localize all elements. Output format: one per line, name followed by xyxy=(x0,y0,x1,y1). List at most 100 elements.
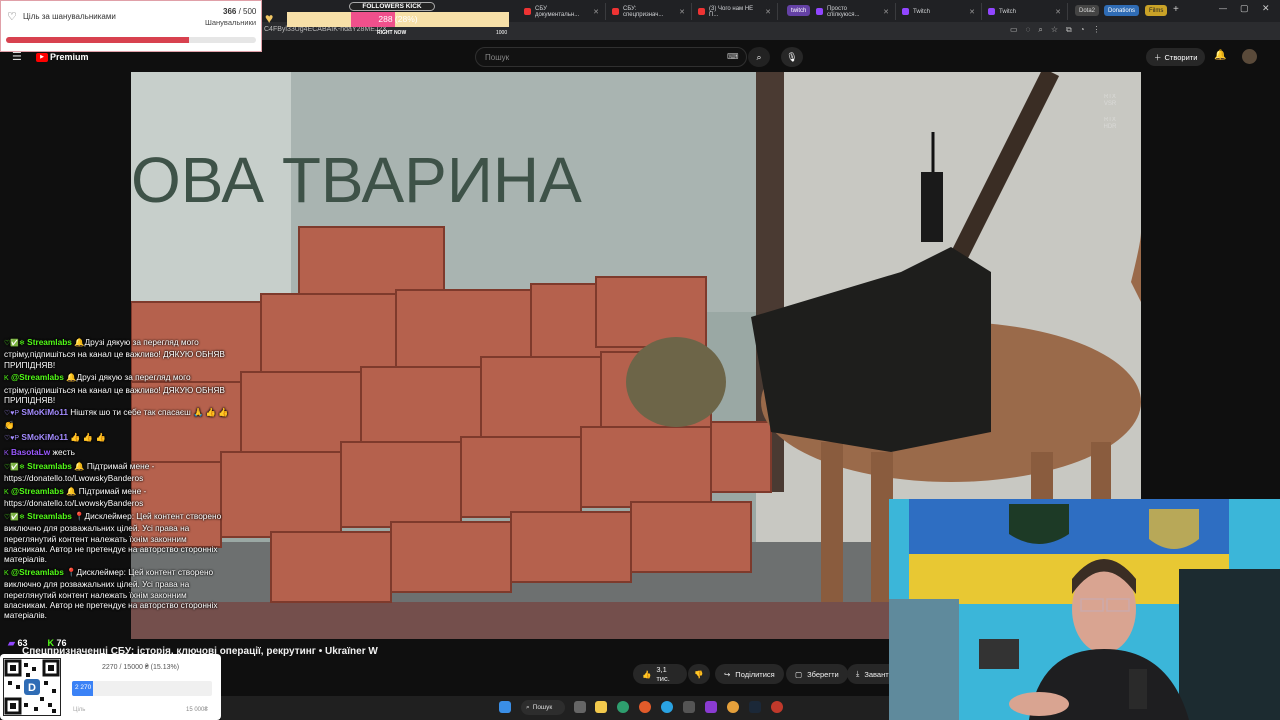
goal-count: 366 / 500 xyxy=(223,7,257,16)
close-tab-icon[interactable]: ✕ xyxy=(1055,8,1061,16)
more-icon[interactable]: ⋮ xyxy=(1093,25,1101,35)
chat-message: ♡✅❄ Streamlabs 📍Дисклеймер: Цей контент … xyxy=(0,510,235,566)
rtx-hdr-badge: RTX HDR xyxy=(1103,117,1117,130)
qr-code-image: D xyxy=(4,659,60,715)
obs-icon[interactable] xyxy=(771,701,783,713)
dislike-button[interactable]: 👎 xyxy=(688,664,710,684)
windows-taskbar: ⌕ Пошук xyxy=(221,696,889,720)
goal-progress-bar xyxy=(6,37,256,43)
donation-goal-label: Ціль xyxy=(73,707,86,713)
chat-badges-icon: K xyxy=(4,569,9,577)
bookmark-dota2[interactable]: Dota2 xyxy=(1075,5,1100,16)
edge-browser-icon[interactable] xyxy=(617,701,629,713)
twitch-favicon-icon xyxy=(902,8,909,15)
bookmark-twitch[interactable]: twitch xyxy=(787,5,811,16)
chat-username[interactable]: SMoKiMo11 xyxy=(21,432,68,442)
chat-username[interactable]: SMoKiMo11 xyxy=(21,407,68,417)
firefox-icon[interactable] xyxy=(639,701,651,713)
chat-username[interactable]: @Streamlabs xyxy=(11,567,64,577)
save-button[interactable]: ▢ Зберегти xyxy=(786,664,848,684)
file-explorer-icon[interactable] xyxy=(595,701,607,713)
close-tab-icon[interactable]: ✕ xyxy=(765,8,771,16)
chat-username[interactable]: Streamlabs xyxy=(27,511,72,521)
chat-username[interactable]: BasotaLw xyxy=(11,447,50,457)
close-tab-icon[interactable]: ✕ xyxy=(883,8,889,16)
browser-tab[interactable]: (3) Чого нам НЕ П... ✕ xyxy=(692,3,778,20)
like-button[interactable]: 👍 3,1 тис. xyxy=(633,664,687,684)
taskbar-search[interactable]: ⌕ Пошук xyxy=(521,700,565,715)
kick-widget-title: FOLLOWERS KICK xyxy=(349,2,435,11)
search-button[interactable]: ⌕ xyxy=(748,47,770,67)
browser-tab[interactable]: Twitch ✕ xyxy=(982,3,1068,20)
chat-username[interactable]: @Streamlabs xyxy=(11,486,64,496)
search-icon: ⌕ xyxy=(526,703,530,711)
avatar[interactable] xyxy=(1242,49,1257,64)
extension-icon[interactable]: ⧉ xyxy=(1066,25,1072,35)
search-input[interactable]: Пошук xyxy=(475,47,747,67)
youtube-logo[interactable]: ▶ Premium xyxy=(36,52,89,62)
bookmark-films[interactable]: Films xyxy=(1145,5,1168,16)
chat-message: K BasotaLw жесть xyxy=(0,446,235,460)
chat-message: K @Streamlabs 🔔Друзі дякую за перегляд м… xyxy=(0,371,235,406)
microphone-icon: 🎙 xyxy=(786,51,798,62)
app-icon[interactable] xyxy=(705,701,717,713)
minimize-icon[interactable]: — xyxy=(1219,4,1227,13)
heart-hands-icon: ♥ xyxy=(265,10,274,26)
twitch-icon: ▰ xyxy=(8,638,15,648)
chat-username[interactable]: Streamlabs xyxy=(27,337,72,347)
chat-text: 👍 👍 👍 xyxy=(70,432,106,443)
donation-summary: 2270 / 15000 ₴ (15.13%) xyxy=(102,664,180,671)
zoom-icon[interactable]: ⌕ xyxy=(1038,25,1042,35)
chat-badges-icon: ♡♥P xyxy=(4,410,20,418)
rtx-vsr-badge: RTX VSR xyxy=(1103,94,1117,107)
eye-off-icon[interactable]: ◌ xyxy=(1026,25,1031,35)
close-tab-icon[interactable]: ✕ xyxy=(679,8,685,16)
donation-bar-value: 2 270 xyxy=(75,684,92,691)
close-window-icon[interactable]: ✕ xyxy=(1262,3,1270,14)
voice-search-button[interactable]: 🎙 xyxy=(781,47,803,67)
chat-message: K @Streamlabs 📍Дисклеймер: Цей контент с… xyxy=(0,566,235,622)
browser-tab[interactable]: Просто спілкуюся... ✕ xyxy=(810,3,896,20)
share-button[interactable]: ↪ Поділитися xyxy=(715,664,784,684)
browser-tab[interactable]: Twitch ✕ xyxy=(896,3,982,20)
qr-code: D xyxy=(3,658,61,716)
wall-text: ОВА ТВАРИНА xyxy=(131,144,582,216)
browser-tab[interactable]: СБУ документальн... ✕ xyxy=(518,3,606,20)
share-icon: ↪ xyxy=(724,669,731,679)
keyboard-icon[interactable]: ⌨ xyxy=(727,52,739,61)
chat-username[interactable]: Streamlabs xyxy=(27,461,72,471)
goal-title: Ціль за шанувальниками xyxy=(23,12,116,21)
chat-badges-icon: ♡✅❄ xyxy=(4,464,25,472)
chrome-icon[interactable] xyxy=(727,701,739,713)
create-button[interactable]: ＋ Створити xyxy=(1146,48,1206,66)
goal-progress-fill xyxy=(6,37,189,43)
close-tab-icon[interactable]: ✕ xyxy=(593,8,599,16)
donation-progress-bar xyxy=(72,681,212,696)
calculator-icon[interactable] xyxy=(683,701,695,713)
chat-username[interactable]: @Streamlabs xyxy=(11,372,64,382)
twitch-favicon-icon xyxy=(988,8,995,15)
goal-subtitle: Шанувальники xyxy=(205,18,257,27)
download-button[interactable]: ⤓ Завант xyxy=(847,664,889,684)
notifications-bell-icon[interactable]: 🔔 xyxy=(1214,50,1226,61)
browser-tab[interactable]: СБУ: спецпризнач... ✕ xyxy=(606,3,692,20)
followers-kick-widget: FOLLOWERS KICK 288 (28%) RIGHT NOW 1000 xyxy=(287,2,509,38)
bookmark-star-icon[interactable]: ☆ xyxy=(1051,25,1058,35)
twitch-favicon-icon xyxy=(816,8,823,15)
plus-icon: ＋ xyxy=(1154,52,1162,62)
kick-right-label: 1000 xyxy=(496,30,508,36)
cast-icon[interactable]: ▭ xyxy=(1010,25,1018,35)
steam-icon[interactable] xyxy=(749,701,761,713)
close-tab-icon[interactable]: ✕ xyxy=(969,8,975,16)
youtube-favicon-icon xyxy=(612,8,619,15)
bookmark-donations[interactable]: Donations xyxy=(1104,5,1140,16)
telegram-icon[interactable] xyxy=(661,701,673,713)
youtube-favicon-icon xyxy=(698,8,705,15)
chat-text: жесть xyxy=(52,446,75,457)
windows-start-icon[interactable] xyxy=(499,701,511,713)
maximize-icon[interactable]: ▢ xyxy=(1240,3,1249,14)
task-view-icon[interactable] xyxy=(574,701,586,713)
chat-message: ♡♥P SMoKiMo11 👍 👍 👍 xyxy=(0,431,235,445)
account-icon[interactable]: ◔ xyxy=(1080,25,1085,35)
new-tab-icon[interactable]: + xyxy=(1173,4,1179,15)
